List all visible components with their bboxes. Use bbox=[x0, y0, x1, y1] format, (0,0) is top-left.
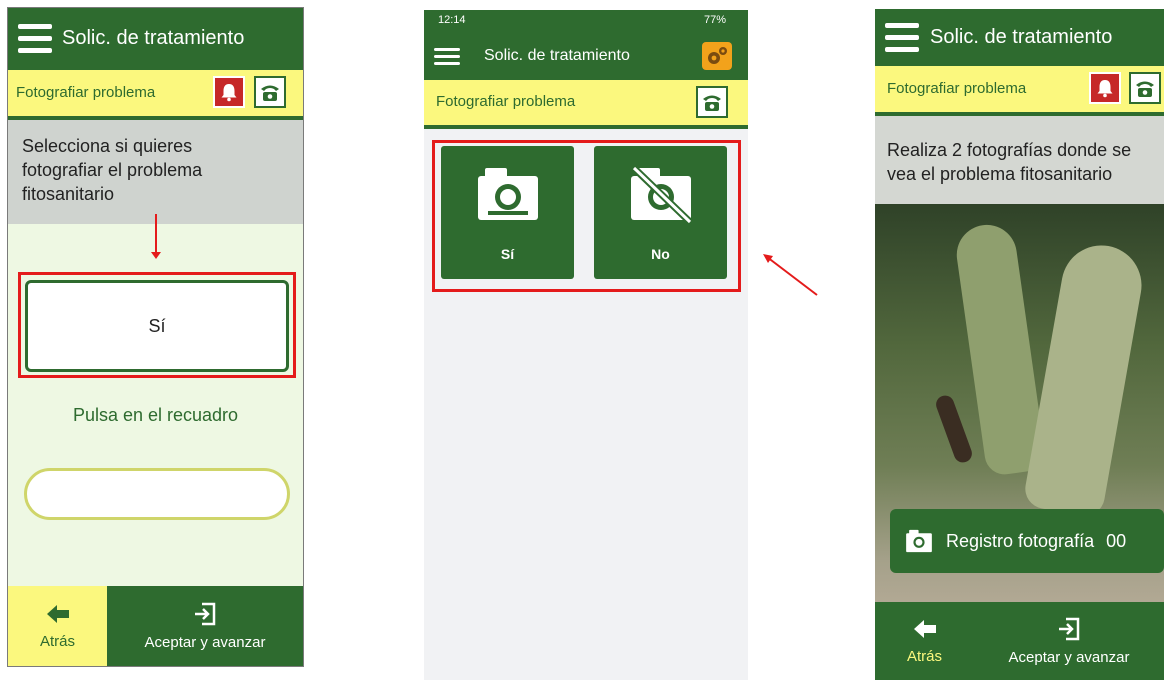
no-option-card[interactable]: No bbox=[594, 146, 727, 279]
answer-input[interactable] bbox=[24, 468, 290, 520]
camera-off-icon bbox=[631, 165, 693, 224]
instruction-panel: Selecciona si quieres fotografiar el pro… bbox=[8, 120, 303, 224]
instruction-text: Realiza 2 fotografías donde se vea el pr… bbox=[887, 140, 1132, 184]
arrow-left-icon bbox=[46, 604, 69, 623]
back-label: Atrás bbox=[39, 632, 75, 650]
call-button[interactable] bbox=[254, 76, 286, 108]
status-battery: 77% bbox=[703, 14, 726, 26]
enter-icon bbox=[195, 602, 216, 625]
section-title: Fotografiar problema bbox=[887, 80, 1027, 97]
footer-bar: Atrás Aceptar y avanzar bbox=[875, 602, 1164, 680]
accept-button[interactable]: Aceptar y avanzar bbox=[107, 586, 303, 666]
red-arrow-head bbox=[151, 252, 161, 259]
screen-photo-choice-simple: Solic. de tratamiento Fotografiar proble… bbox=[7, 7, 304, 667]
settings-gears-icon bbox=[708, 47, 727, 64]
hamburger-icon[interactable] bbox=[434, 48, 460, 66]
phone-icon bbox=[703, 95, 721, 111]
back-button[interactable]: Atrás bbox=[8, 586, 107, 666]
app-header: Solic. de tratamiento bbox=[875, 9, 1164, 66]
hamburger-icon[interactable] bbox=[885, 23, 919, 53]
app-title: Solic. de tratamiento bbox=[62, 27, 245, 49]
app-header: Solic. de tratamiento bbox=[424, 30, 748, 80]
footer-bar: Atrás Aceptar y avanzar bbox=[8, 586, 303, 666]
back-label: Atrás bbox=[906, 647, 942, 665]
pest-larva bbox=[933, 393, 975, 465]
phone-icon bbox=[261, 85, 279, 101]
photo-count: 00 bbox=[1106, 530, 1127, 551]
instruction-panel: Realiza 2 fotografías donde se vea el pr… bbox=[875, 116, 1164, 204]
red-arrow-annotation bbox=[763, 254, 818, 296]
no-option-label: No bbox=[651, 246, 670, 262]
photo-register-button[interactable]: Registro fotografía 00 bbox=[890, 509, 1164, 573]
arrow-left-icon bbox=[913, 619, 936, 638]
section-title: Fotografiar problema bbox=[436, 93, 576, 110]
status-time: 12:14 bbox=[438, 14, 466, 26]
yes-option-label: Sí bbox=[148, 315, 166, 336]
red-arrow-annotation bbox=[155, 214, 157, 254]
yes-option-card[interactable]: Sí bbox=[441, 146, 574, 279]
accept-button[interactable]: Aceptar y avanzar bbox=[974, 602, 1164, 680]
accept-label: Aceptar y avanzar bbox=[1008, 648, 1130, 666]
section-title: Fotografiar problema bbox=[16, 84, 156, 101]
yes-option-label: Sí bbox=[500, 246, 515, 262]
hamburger-icon[interactable] bbox=[18, 24, 52, 54]
screen-photo-capture: Solic. de tratamiento Fotografiar proble… bbox=[875, 9, 1164, 680]
app-title: Solic. de tratamiento bbox=[484, 47, 630, 64]
alert-button[interactable] bbox=[1089, 72, 1121, 104]
enter-icon bbox=[1059, 617, 1080, 640]
accept-label: Aceptar y avanzar bbox=[144, 633, 266, 651]
phone-icon bbox=[1136, 81, 1154, 97]
call-button[interactable] bbox=[696, 86, 728, 118]
alert-button[interactable] bbox=[213, 76, 245, 108]
section-bar: Fotografiar problema bbox=[8, 70, 303, 120]
settings-button[interactable] bbox=[702, 42, 732, 70]
bell-icon bbox=[1097, 80, 1113, 98]
tap-hint: Pulsa en el recuadro bbox=[72, 405, 239, 425]
bell-icon bbox=[221, 84, 237, 102]
app-header: Solic. de tratamiento bbox=[8, 8, 303, 70]
status-bar: 12:14 77% bbox=[424, 10, 748, 30]
instruction-text: Selecciona si quieres fotografiar el pro… bbox=[22, 136, 203, 204]
camera-icon bbox=[478, 168, 538, 220]
screen-photo-choice-icons: 12:14 77% Solic. de tratamiento Fotograf… bbox=[424, 10, 748, 680]
yes-option-box[interactable]: Sí bbox=[25, 280, 289, 372]
section-bar: Fotografiar problema bbox=[424, 80, 748, 129]
photo-register-label: Registro fotografía bbox=[946, 530, 1095, 551]
leaf-shape bbox=[1022, 239, 1148, 519]
app-title: Solic. de tratamiento bbox=[930, 26, 1113, 48]
section-bar: Fotografiar problema bbox=[875, 66, 1164, 116]
call-button[interactable] bbox=[1129, 72, 1161, 104]
camera-icon bbox=[906, 529, 932, 553]
back-button[interactable]: Atrás bbox=[875, 602, 974, 680]
